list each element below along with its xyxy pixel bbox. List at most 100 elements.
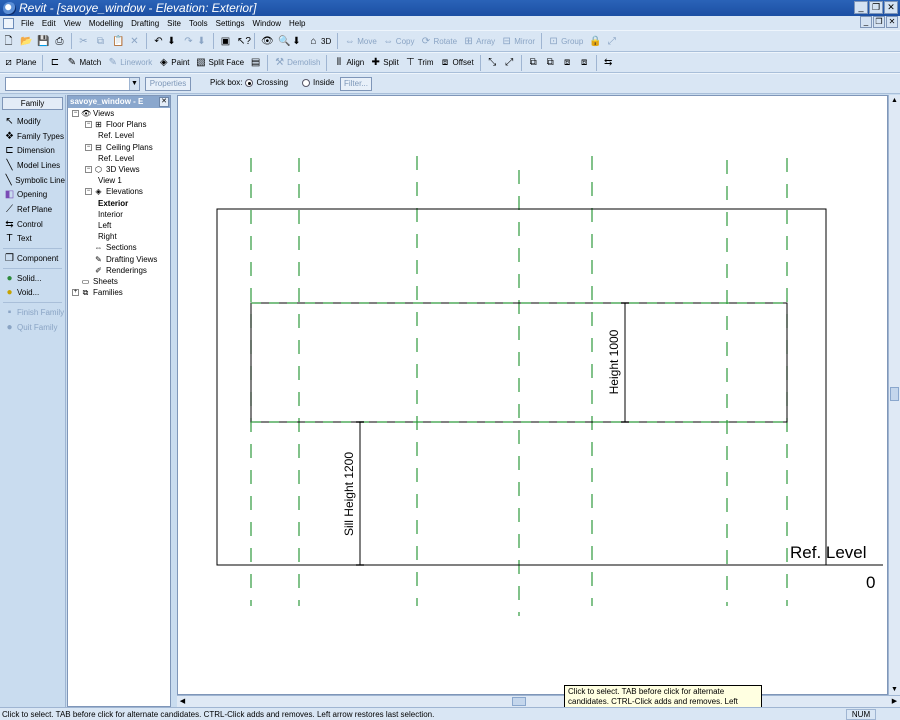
browser-node-ceiling-plans[interactable]: − ⊟ Ceiling Plans <box>68 142 170 153</box>
browser-node-floor-plans[interactable]: − ⊞ Floor Plans <box>68 119 170 130</box>
browser-node-left[interactable]: Left <box>68 220 170 231</box>
menu-help[interactable]: Help <box>285 19 309 28</box>
uncut-button[interactable]: ⧈ <box>576 54 593 72</box>
cut-geometry-button[interactable]: ▤ <box>247 54 264 72</box>
menu-drafting[interactable]: Drafting <box>127 19 163 28</box>
copy-button[interactable]: ⇔ Copy <box>380 32 418 50</box>
menu-window[interactable]: Window <box>249 19 285 28</box>
split-face-button[interactable]: ▧ Split Face <box>193 54 248 72</box>
design-bar-quit-family[interactable]: ● Quit Family <box>0 320 65 335</box>
menu-edit[interactable]: Edit <box>38 19 60 28</box>
close-icon[interactable]: ✕ <box>159 97 169 107</box>
doc-restore-button[interactable]: ❐ <box>873 16 885 28</box>
drawing-area[interactable]: Height 1000 Sill Height 1200 Ref. Level … <box>177 95 888 695</box>
cut-button[interactable]: ✂ <box>75 32 92 50</box>
design-bar-ref-plane[interactable]: ⟋ Ref Plane <box>0 202 65 217</box>
collapse-icon[interactable]: − <box>85 143 92 151</box>
scroll-down-icon[interactable]: ▼ <box>889 684 900 695</box>
type-selector[interactable]: ▼ <box>5 77 140 91</box>
rotate-button[interactable]: ⟳ Rotate <box>417 32 460 50</box>
browser-node-interior[interactable]: Interior <box>68 209 170 220</box>
vertical-scrollbar[interactable]: ▲ ▼ <box>888 95 900 695</box>
height-dimension-label[interactable]: Height 1000 <box>607 329 621 394</box>
chevron-down-icon[interactable]: ▼ <box>129 78 139 90</box>
browser-node-view-1[interactable]: View 1 <box>68 175 170 186</box>
browser-node-elevations[interactable]: − ◈ Elevations <box>68 186 170 197</box>
crossing-radio[interactable] <box>245 78 254 87</box>
save-button[interactable]: 💾 <box>34 32 51 50</box>
collapse-icon[interactable]: − <box>72 110 79 118</box>
linework-button[interactable]: ✎ Linework <box>104 54 155 72</box>
filter-button[interactable]: Filter... <box>340 77 372 91</box>
browser-node-sheets[interactable]: ▭ Sheets <box>68 276 170 287</box>
design-bar-text[interactable]: T Text <box>0 232 65 247</box>
elevation-drawing[interactable]: Height 1000 Sill Height 1200 Ref. Level … <box>178 96 888 695</box>
document-icon[interactable] <box>3 17 14 29</box>
browser-node-renderings[interactable]: ✐ Renderings <box>68 265 170 276</box>
collapse-icon[interactable]: − <box>85 188 92 196</box>
split-button[interactable]: ✚ Split <box>367 54 402 72</box>
cut-join-button[interactable]: ⧈ <box>559 54 576 72</box>
browser-node-right[interactable]: Right <box>68 231 170 242</box>
browser-node-families[interactable]: + ⧉ Families <box>68 287 170 298</box>
browser-node-drafting-views[interactable]: ✎ Drafting Views <box>68 253 170 264</box>
paint-button[interactable]: ◈ Paint <box>155 54 192 72</box>
browser-node-3d-views[interactable]: − ⬡ 3D Views <box>68 164 170 175</box>
collapse-icon[interactable]: − <box>85 166 92 174</box>
group-button[interactable]: ⊡ Group <box>545 32 586 50</box>
mirror-button[interactable]: ⊟ Mirror <box>498 32 538 50</box>
wall-outline[interactable] <box>216 208 827 566</box>
design-bar-void[interactable]: ● Void... <box>0 286 65 301</box>
design-bar-symbolic-line[interactable]: ╲ Symbolic Line <box>0 173 65 188</box>
browser-node-ref-level[interactable]: Ref. Level <box>68 130 170 141</box>
properties-options-button[interactable]: Properties <box>145 77 191 91</box>
horizontal-scroll-thumb[interactable] <box>512 697 526 706</box>
visibility-button[interactable]: 👁 <box>258 32 275 50</box>
trim-button[interactable]: ⊤ Trim <box>402 54 437 72</box>
paste-button[interactable]: 📋 <box>109 32 126 50</box>
plane-button[interactable]: ⧄ Plane <box>0 54 39 72</box>
design-bar-control[interactable]: ⇆ Control <box>0 217 65 232</box>
undo-button[interactable]: ↶ ⬇ <box>150 32 180 50</box>
scroll-up-icon[interactable]: ▲ <box>889 95 900 106</box>
close-button[interactable]: ✕ <box>884 1 898 14</box>
menu-settings[interactable]: Settings <box>212 19 249 28</box>
pin-button[interactable]: ⤡ <box>484 54 501 72</box>
design-bar-modify[interactable]: ↖ Modify <box>0 114 65 129</box>
browser-node-sections[interactable]: ⇔ Sections <box>68 242 170 253</box>
design-bar-opening[interactable]: ◧ Opening <box>0 187 65 202</box>
menu-view[interactable]: View <box>60 19 85 28</box>
design-bar-model-lines[interactable]: ╲ Model Lines <box>0 158 65 173</box>
open-button[interactable]: 📂 <box>17 32 34 50</box>
offset-button[interactable]: ⧈ Offset <box>437 54 477 72</box>
move-button[interactable]: ⇔ Move <box>341 32 380 50</box>
vertical-scroll-thumb[interactable] <box>890 387 899 401</box>
help-button[interactable]: ↖? <box>234 32 251 50</box>
design-bar-family-types[interactable]: ❖ Family Types <box>0 129 65 144</box>
sill-dimension-label[interactable]: Sill Height 1200 <box>342 452 356 536</box>
properties-button[interactable]: ▣ <box>217 32 234 50</box>
minimize-button[interactable]: _ <box>854 1 868 14</box>
expand-icon[interactable]: + <box>72 289 79 297</box>
zoom-button[interactable]: 🔍 ⬇ <box>275 32 305 50</box>
doc-minimize-button[interactable]: _ <box>860 16 872 28</box>
align-button[interactable]: ⫴ Align <box>330 54 367 72</box>
flip-button[interactable]: ⇆ <box>600 54 617 72</box>
scroll-left-icon[interactable]: ◀ <box>177 696 188 707</box>
lock-button[interactable]: 🔒 <box>586 32 603 50</box>
horizontal-scrollbar[interactable]: ◀ ▶ <box>177 695 900 707</box>
design-bar-component[interactable]: ❒ Component <box>0 251 65 266</box>
browser-node-ref-level[interactable]: Ref. Level <box>68 153 170 164</box>
redo-button[interactable]: ↷ ⬇ <box>180 32 210 50</box>
inside-radio[interactable] <box>302 78 311 87</box>
browser-node-exterior[interactable]: Exterior <box>68 198 170 209</box>
unjoin-button[interactable]: ⧉ <box>542 54 559 72</box>
demolish-button[interactable]: ⚒ Demolish <box>271 54 323 72</box>
doc-close-button[interactable]: ✕ <box>886 16 898 28</box>
design-bar-dimension[interactable]: ⊏ Dimension <box>0 143 65 158</box>
view-3d-button[interactable]: ⌂ 3D <box>305 32 334 50</box>
link-button[interactable]: ⤢ <box>603 32 620 50</box>
join-button[interactable]: ⧉ <box>525 54 542 72</box>
browser-node-views[interactable]: − 👁 Views <box>68 108 170 119</box>
menu-site[interactable]: Site <box>163 19 185 28</box>
